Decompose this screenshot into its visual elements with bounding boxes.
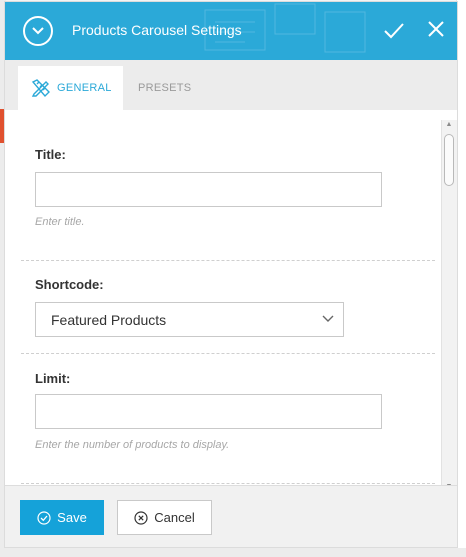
chevron-down-icon xyxy=(322,315,334,322)
dialog-content: Title: Enter title. Shortcode: Featured … xyxy=(5,110,457,486)
close-circle-icon xyxy=(134,510,148,525)
close-icon[interactable] xyxy=(427,20,445,38)
limit-input[interactable] xyxy=(35,394,382,429)
title-help: Enter title. xyxy=(35,216,85,228)
background-page-bottom xyxy=(0,548,466,557)
vertical-scrollbar[interactable]: ▲ ▼ xyxy=(441,120,457,486)
scrollbar-thumb[interactable] xyxy=(444,134,454,186)
cancel-button[interactable]: Cancel xyxy=(117,500,212,535)
pencil-ruler-icon xyxy=(31,79,50,98)
shortcode-selected-value: Featured Products xyxy=(51,311,167,328)
shortcode-select[interactable]: Featured Products xyxy=(35,302,344,337)
background-page-right xyxy=(456,0,466,557)
tab-bar: GENERAL PRESETS xyxy=(5,60,457,110)
chevron-down-icon xyxy=(32,27,44,35)
dialog-header: Products Carousel Settings xyxy=(5,2,457,60)
check-icon[interactable] xyxy=(383,21,405,41)
tab-presets-label: PRESETS xyxy=(138,82,192,94)
limit-label: Limit: xyxy=(35,371,71,386)
cancel-button-label: Cancel xyxy=(154,510,195,525)
section-divider xyxy=(21,353,435,354)
settings-dialog: Products Carousel Settings GENERAL PRESE… xyxy=(5,2,457,547)
section-divider xyxy=(21,260,435,261)
section-divider xyxy=(21,483,435,484)
save-button[interactable]: Save xyxy=(20,500,104,535)
tab-general[interactable]: GENERAL xyxy=(18,66,123,110)
shortcode-label: Shortcode: xyxy=(35,277,104,292)
check-circle-icon xyxy=(37,510,51,525)
page-background: Products Carousel Settings GENERAL PRESE… xyxy=(0,0,466,557)
fields-panel: Title: Enter title. Shortcode: Featured … xyxy=(21,110,435,486)
title-input[interactable] xyxy=(35,172,382,207)
tab-presets[interactable]: PRESETS xyxy=(123,66,213,110)
dialog-title: Products Carousel Settings xyxy=(72,22,242,38)
title-label: Title: xyxy=(35,147,66,162)
limit-help: Enter the number of products to display. xyxy=(35,439,230,451)
dialog-footer: Save Cancel xyxy=(5,485,457,547)
collapse-button[interactable] xyxy=(23,16,53,46)
scroll-up-icon[interactable]: ▲ xyxy=(445,121,453,128)
save-button-label: Save xyxy=(57,510,87,525)
tab-general-label: GENERAL xyxy=(57,82,112,94)
